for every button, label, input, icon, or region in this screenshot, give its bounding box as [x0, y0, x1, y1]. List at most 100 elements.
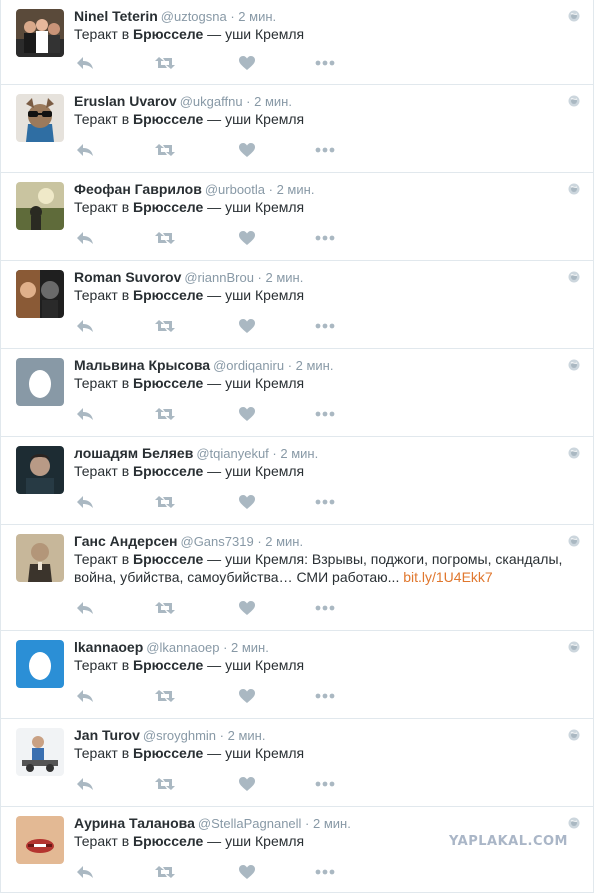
- avatar[interactable]: [16, 816, 64, 864]
- heart-icon[interactable]: [236, 493, 258, 511]
- globe-icon: [568, 729, 580, 741]
- user-fullname[interactable]: Мальвина Крысова: [74, 357, 210, 373]
- reply-icon[interactable]: [74, 141, 96, 159]
- user-handle[interactable]: @uztogsna: [161, 9, 227, 24]
- user-fullname[interactable]: лошадям Беляев: [74, 445, 193, 461]
- tweet-timestamp[interactable]: 2 мин.: [313, 816, 351, 831]
- user-fullname[interactable]: Аурина Таланова: [74, 815, 195, 831]
- more-dots-icon[interactable]: [314, 775, 336, 793]
- avatar[interactable]: [16, 640, 64, 688]
- tweet-text-suffix: — уши Кремля: [203, 657, 304, 673]
- user-handle[interactable]: @riannBrou: [184, 270, 254, 285]
- user-fullname[interactable]: Ганс Андерсен: [74, 533, 178, 549]
- tweet-item[interactable]: Ninel Teterin@uztogsna · 2 мин.Теракт в …: [0, 0, 594, 85]
- heart-icon[interactable]: [236, 141, 258, 159]
- tweet-item[interactable]: Мальвина Крысова@ordiqaniru · 2 мин.Тера…: [0, 349, 594, 437]
- more-dots-icon[interactable]: [314, 141, 336, 159]
- heart-icon[interactable]: [236, 775, 258, 793]
- retweet-icon[interactable]: [154, 775, 176, 793]
- avatar[interactable]: [16, 94, 64, 142]
- tweet-timestamp[interactable]: 2 мин.: [280, 446, 318, 461]
- heart-icon[interactable]: [236, 687, 258, 705]
- user-fullname[interactable]: Феофан Гаврилов: [74, 181, 202, 197]
- avatar[interactable]: [16, 270, 64, 318]
- retweet-icon[interactable]: [154, 863, 176, 881]
- tweet-timestamp[interactable]: 2 мин.: [254, 94, 292, 109]
- reply-icon[interactable]: [74, 775, 96, 793]
- tweet-item[interactable]: Eruslan Uvarov@ukgaffnu · 2 мин.Теракт в…: [0, 85, 594, 173]
- user-handle[interactable]: @Gans7319: [181, 534, 254, 549]
- user-fullname[interactable]: Jan Turov: [74, 727, 140, 743]
- tweet-item[interactable]: Jan Turov@sroyghmin · 2 мин.Теракт в Брю…: [0, 719, 594, 807]
- retweet-icon[interactable]: [154, 493, 176, 511]
- retweet-icon[interactable]: [154, 599, 176, 617]
- tweet-timestamp[interactable]: 2 мин.: [265, 534, 303, 549]
- user-handle[interactable]: @ukgaffnu: [180, 94, 243, 109]
- retweet-icon[interactable]: [154, 54, 176, 72]
- reply-icon[interactable]: [74, 317, 96, 335]
- retweet-icon[interactable]: [154, 687, 176, 705]
- reply-icon[interactable]: [74, 54, 96, 72]
- user-handle[interactable]: @tqianyekuf: [196, 446, 268, 461]
- tweet-timestamp[interactable]: 2 мин.: [231, 640, 269, 655]
- reply-icon[interactable]: [74, 687, 96, 705]
- tweet-item[interactable]: Аурина Таланова@StellaPagnanell · 2 мин.…: [0, 807, 594, 893]
- avatar[interactable]: [16, 182, 64, 230]
- more-dots-icon[interactable]: [314, 863, 336, 881]
- reply-icon[interactable]: [74, 405, 96, 423]
- tweet-item[interactable]: Roman Suvorov@riannBrou · 2 мин.Теракт в…: [0, 261, 594, 349]
- reply-icon[interactable]: [74, 599, 96, 617]
- user-fullname[interactable]: lkannaoep: [74, 639, 143, 655]
- reply-icon[interactable]: [74, 229, 96, 247]
- user-fullname[interactable]: Eruslan Uvarov: [74, 93, 177, 109]
- user-handle[interactable]: @ordiqaniru: [213, 358, 284, 373]
- more-dots-icon[interactable]: [314, 317, 336, 335]
- tweet-text-bold: Брюсселе: [133, 463, 203, 479]
- more-dots-icon[interactable]: [314, 54, 336, 72]
- user-handle[interactable]: @lkannaoep: [146, 640, 219, 655]
- tweet-timestamp[interactable]: 2 мин.: [228, 728, 266, 743]
- globe-icon: [568, 183, 580, 195]
- heart-icon[interactable]: [236, 599, 258, 617]
- tweet-text-prefix: Теракт в: [74, 199, 133, 215]
- user-fullname[interactable]: Ninel Teterin: [74, 8, 158, 24]
- more-dots-icon[interactable]: [314, 687, 336, 705]
- heart-icon[interactable]: [236, 317, 258, 335]
- heart-icon[interactable]: [236, 405, 258, 423]
- avatar[interactable]: [16, 9, 64, 57]
- more-dots-icon[interactable]: [314, 405, 336, 423]
- reply-icon[interactable]: [74, 493, 96, 511]
- reply-icon[interactable]: [74, 863, 96, 881]
- user-handle[interactable]: @sroyghmin: [143, 728, 216, 743]
- tweet-text-suffix: — уши Кремля: [203, 111, 304, 127]
- site-watermark: YAPLAKAL.COM: [449, 834, 568, 849]
- tweet-item[interactable]: Феофан Гаврилов@urbootla · 2 мин.Теракт …: [0, 173, 594, 261]
- more-dots-icon[interactable]: [314, 599, 336, 617]
- tweet-item[interactable]: lkannaoep@lkannaoep · 2 мин.Теракт в Брю…: [0, 631, 594, 719]
- user-fullname[interactable]: Roman Suvorov: [74, 269, 181, 285]
- retweet-icon[interactable]: [154, 141, 176, 159]
- avatar[interactable]: [16, 728, 64, 776]
- more-dots-icon[interactable]: [314, 229, 336, 247]
- tweet-link[interactable]: bit.ly/1U4Ekk7: [403, 569, 492, 585]
- tweet-item[interactable]: Ганс Андерсен@Gans7319 · 2 мин.Теракт в …: [0, 525, 594, 631]
- globe-icon: [568, 817, 580, 829]
- avatar[interactable]: [16, 534, 64, 582]
- avatar[interactable]: [16, 446, 64, 494]
- retweet-icon[interactable]: [154, 405, 176, 423]
- user-handle[interactable]: @StellaPagnanell: [198, 816, 302, 831]
- retweet-icon[interactable]: [154, 317, 176, 335]
- tweet-timestamp[interactable]: 2 мин.: [266, 270, 304, 285]
- more-dots-icon[interactable]: [314, 493, 336, 511]
- tweet-timestamp[interactable]: 2 мин.: [238, 9, 276, 24]
- user-handle[interactable]: @urbootla: [205, 182, 265, 197]
- avatar[interactable]: [16, 358, 64, 406]
- heart-icon[interactable]: [236, 54, 258, 72]
- tweet-timestamp[interactable]: 2 мин.: [277, 182, 315, 197]
- tweet-timeline: Ninel Teterin@uztogsna · 2 мин.Теракт в …: [0, 0, 594, 893]
- heart-icon[interactable]: [236, 229, 258, 247]
- tweet-item[interactable]: лошадям Беляев@tqianyekuf · 2 мин.Теракт…: [0, 437, 594, 525]
- tweet-timestamp[interactable]: 2 мин.: [296, 358, 334, 373]
- heart-icon[interactable]: [236, 863, 258, 881]
- retweet-icon[interactable]: [154, 229, 176, 247]
